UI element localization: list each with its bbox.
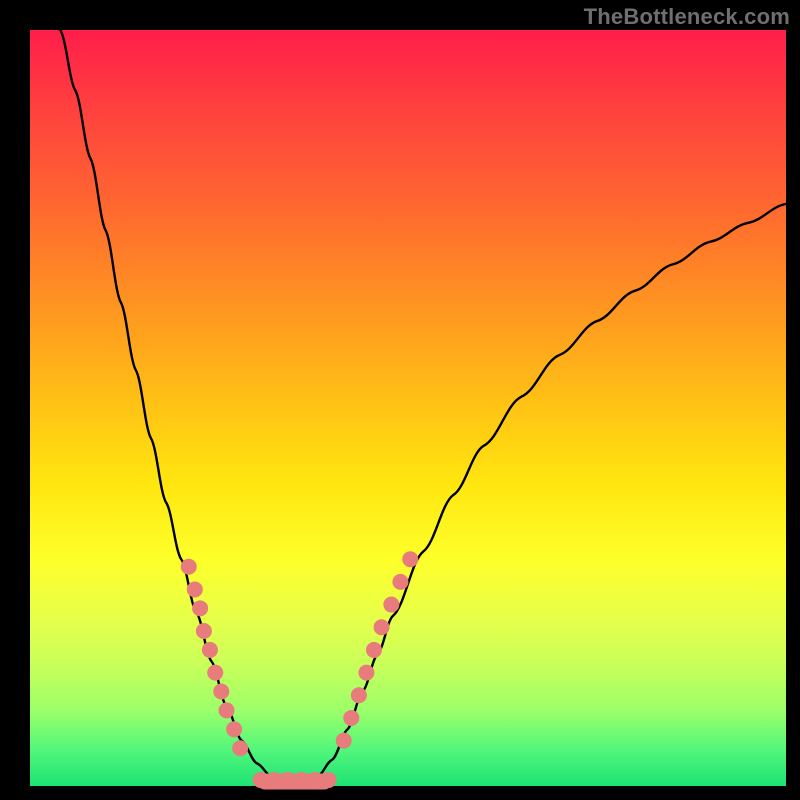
data-marker bbox=[187, 581, 203, 597]
data-marker bbox=[196, 623, 212, 639]
data-marker bbox=[343, 710, 359, 726]
optimal-range-bar bbox=[257, 773, 333, 789]
data-marker bbox=[336, 733, 352, 749]
data-marker bbox=[226, 721, 242, 737]
bottleneck-curve bbox=[60, 30, 786, 781]
data-marker bbox=[213, 684, 229, 700]
data-marker bbox=[366, 642, 382, 658]
chart-svg bbox=[0, 0, 800, 800]
data-marker bbox=[202, 642, 218, 658]
data-marker bbox=[392, 574, 408, 590]
data-marker bbox=[219, 702, 235, 718]
data-marker bbox=[383, 597, 399, 613]
data-marker bbox=[351, 687, 367, 703]
data-marker bbox=[402, 551, 418, 567]
chart-frame: TheBottleneck.com bbox=[0, 0, 800, 800]
data-marker bbox=[192, 600, 208, 616]
data-marker bbox=[374, 619, 390, 635]
data-marker bbox=[207, 665, 223, 681]
data-marker bbox=[181, 559, 197, 575]
data-marker bbox=[232, 740, 248, 756]
data-marker bbox=[358, 665, 374, 681]
